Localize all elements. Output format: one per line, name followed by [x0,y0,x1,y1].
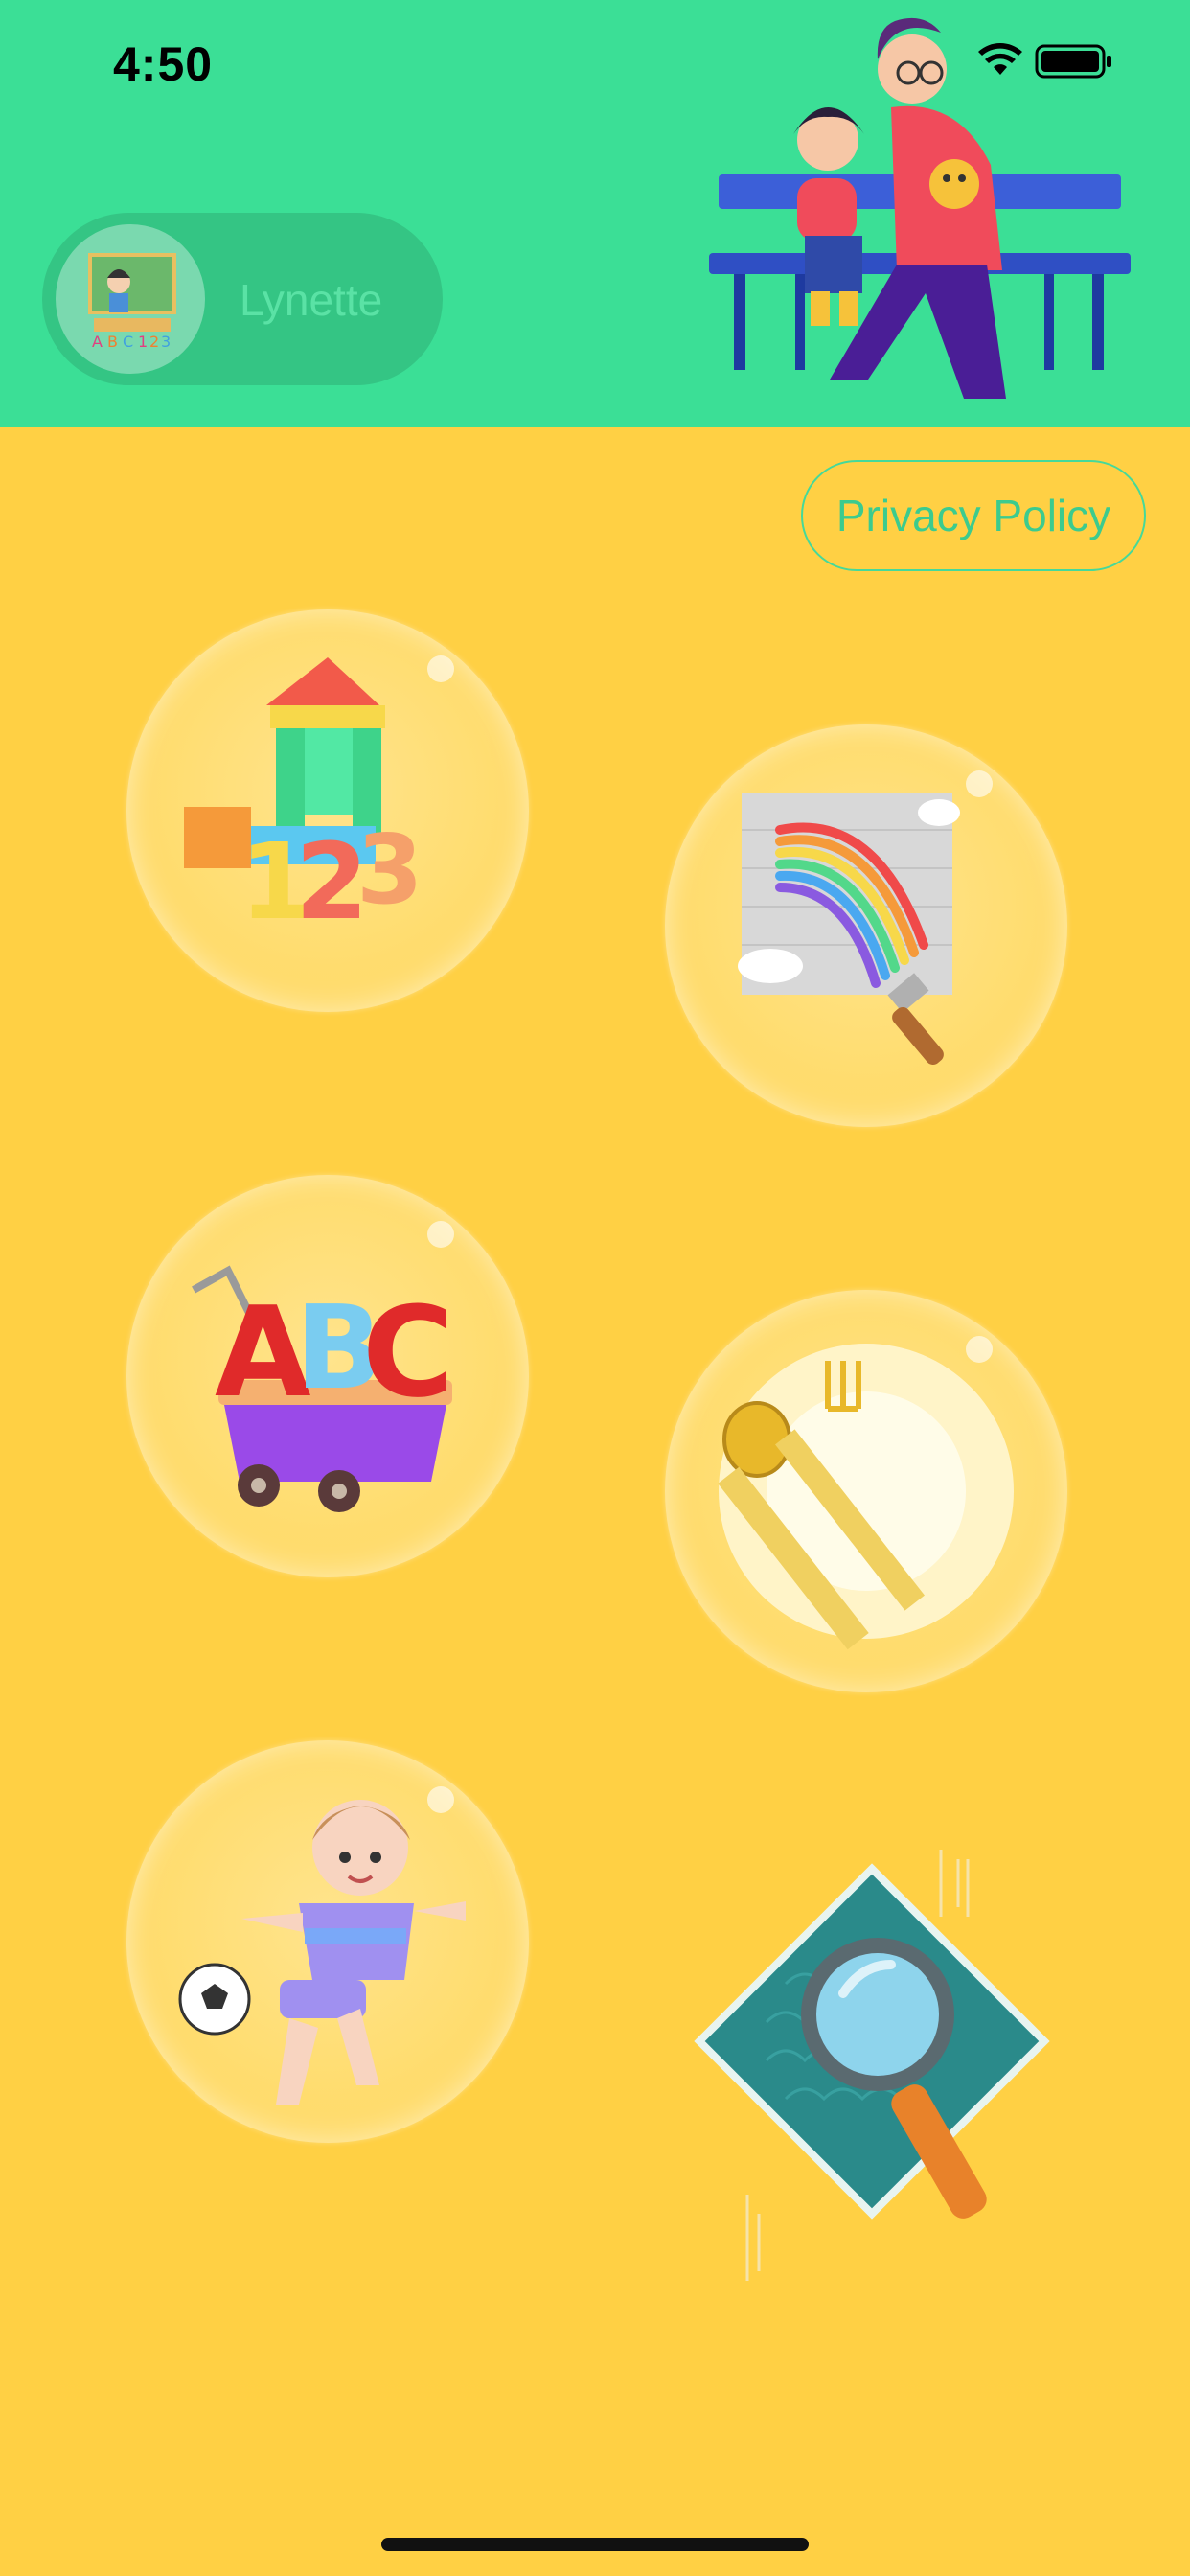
menu-item-sports[interactable] [126,1740,529,2143]
abc-cart-icon: A B C [192,1265,453,1512]
svg-text:1: 1 [138,333,148,351]
svg-text:C: C [362,1279,453,1425]
svg-text:A: A [92,333,103,351]
menu-item-painting[interactable] [665,724,1067,1127]
app-header: 4:50 A B C 1 2 3 Lynette [0,0,1190,427]
avatar[interactable]: A B C 1 2 3 [56,224,205,374]
avatar-picture-icon: A B C 1 2 3 [88,253,176,351]
svg-text:B: B [107,333,118,351]
menu-item-alphabet[interactable]: A B C [126,1175,529,1577]
parent-child-illustration [709,17,1131,399]
boy-soccer-icon [178,1800,466,2104]
numbers-blocks-icon: 1 2 3 [184,657,423,943]
profile-pill[interactable]: A B C 1 2 3 Lynette [42,213,443,385]
status-time: 4:50 [113,37,214,91]
menu-item-numbers[interactable]: 1 2 3 [126,610,529,1012]
svg-text:2: 2 [149,333,159,351]
home-indicator[interactable] [381,2538,809,2551]
username: Lynette [240,275,383,325]
svg-text:3: 3 [161,333,171,351]
magnifying-glass-icon [694,1850,1050,2281]
svg-text:3: 3 [356,814,423,926]
menu-item-search[interactable] [690,1850,1054,2290]
menu-item-eating[interactable] [665,1290,1067,1692]
privacy-policy-button[interactable]: Privacy Policy [801,460,1146,571]
spoon-fork-plate-icon [718,1344,1014,1650]
svg-text:C: C [123,333,133,351]
rainbow-paintbrush-icon [738,794,960,1065]
